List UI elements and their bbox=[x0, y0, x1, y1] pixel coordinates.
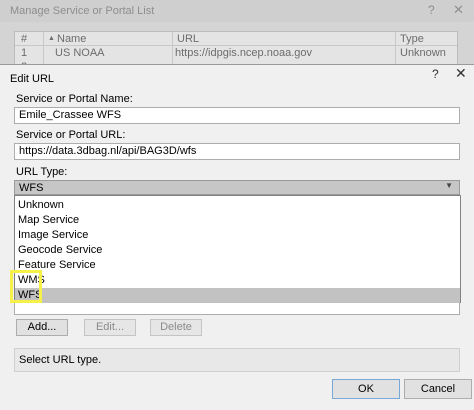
row-type: Unknown bbox=[400, 47, 446, 59]
dropdown-option-geocode-service[interactable]: Geocode Service bbox=[15, 243, 460, 258]
table-row[interactable]: 1 US NOAA https://idpgis.ncep.noaa.gov U… bbox=[15, 46, 457, 60]
manage-service-title: Manage Service or Portal List bbox=[10, 5, 155, 17]
service-url-input[interactable]: https://data.3dbag.nl/api/BAG3D/wfs bbox=[14, 143, 460, 160]
close-icon[interactable]: ✕ bbox=[455, 65, 467, 82]
url-type-label: URL Type: bbox=[16, 166, 68, 178]
delete-button[interactable]: Delete bbox=[150, 319, 202, 336]
url-type-dropdown[interactable]: Unknown Map Service Image Service Geocod… bbox=[14, 195, 461, 303]
add-button[interactable]: Add... bbox=[16, 319, 68, 336]
url-label: Service or Portal URL: bbox=[16, 129, 126, 141]
row-name: US NOAA bbox=[55, 47, 105, 59]
edit-button[interactable]: Edit... bbox=[84, 319, 136, 336]
dropdown-option-feature-service[interactable]: Feature Service bbox=[15, 258, 460, 273]
dropdown-option-wms[interactable]: WMS bbox=[15, 273, 460, 288]
row-number: 1 bbox=[21, 47, 28, 59]
sort-ascending-icon: ▲ bbox=[48, 35, 55, 42]
url-list-box[interactable] bbox=[14, 303, 460, 315]
column-header-type[interactable]: Type bbox=[400, 33, 424, 45]
cancel-button[interactable]: Cancel bbox=[404, 379, 472, 399]
column-header-url[interactable]: URL bbox=[177, 33, 199, 45]
close-icon[interactable]: ✕ bbox=[453, 2, 464, 18]
manage-service-dialog: Manage Service or Portal List ? ✕ # ▲ Na… bbox=[0, 0, 474, 71]
dropdown-option-image-service[interactable]: Image Service bbox=[15, 228, 460, 243]
name-label: Service or Portal Name: bbox=[16, 93, 133, 105]
column-header-number[interactable]: # bbox=[21, 33, 27, 45]
help-icon[interactable]: ? bbox=[432, 67, 439, 81]
dropdown-option-unknown[interactable]: Unknown bbox=[15, 198, 460, 213]
url-type-select[interactable]: WFS ▼ bbox=[14, 180, 460, 195]
url-type-selected-value: WFS bbox=[19, 182, 44, 194]
dialog-title: Edit URL bbox=[10, 73, 55, 85]
edit-url-dialog: Edit URL ? ✕ Service or Portal Name: Emi… bbox=[0, 64, 474, 410]
column-header-name[interactable]: Name bbox=[57, 33, 86, 45]
service-name-input[interactable]: Emile_Crassee WFS bbox=[14, 107, 460, 124]
ok-button[interactable]: OK bbox=[332, 379, 400, 399]
help-icon[interactable]: ? bbox=[428, 3, 435, 17]
manage-service-titlebar: Manage Service or Portal List ? ✕ bbox=[0, 0, 474, 22]
dropdown-option-wfs[interactable]: WFS bbox=[15, 288, 460, 303]
highlight-annotation bbox=[10, 270, 42, 303]
chevron-down-icon[interactable]: ▼ bbox=[445, 181, 453, 190]
dropdown-option-map-service[interactable]: Map Service bbox=[15, 213, 460, 228]
status-message: Select URL type. bbox=[14, 348, 460, 372]
row-url: https://idpgis.ncep.noaa.gov bbox=[175, 47, 312, 59]
table-header: # ▲ Name URL Type bbox=[15, 32, 457, 46]
